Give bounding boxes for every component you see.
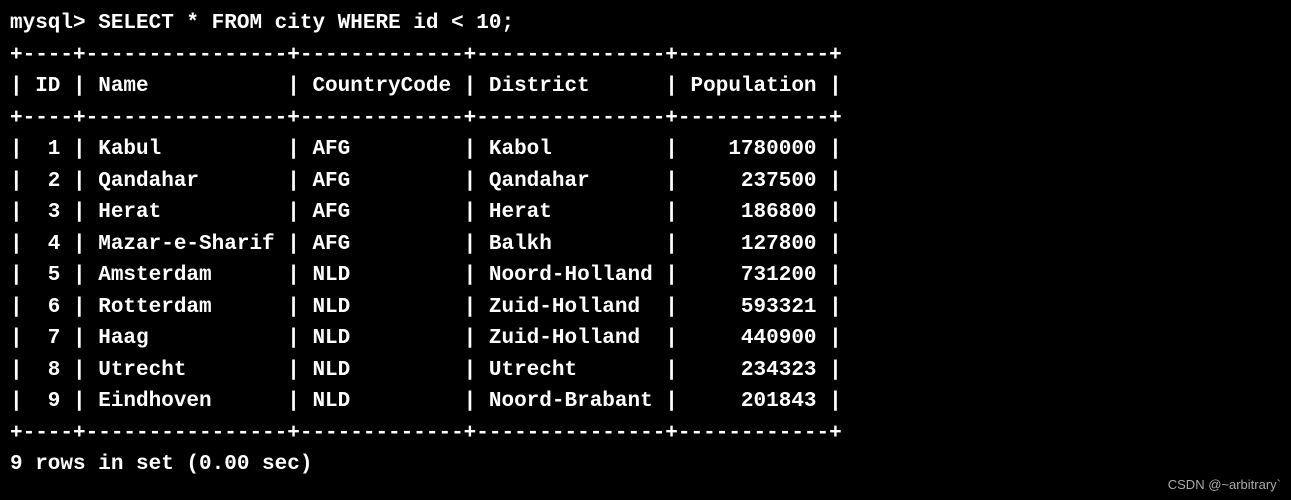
table-border-mid: +----+----------------+-------------+---… [10,107,842,130]
table-row: | 8 | Utrecht | NLD | Utrecht | 234323 | [10,359,842,382]
table-border-top: +----+----------------+-------------+---… [10,44,842,67]
table-row: | 7 | Haag | NLD | Zuid-Holland | 440900… [10,327,842,350]
table-border-bottom: +----+----------------+-------------+---… [10,422,842,445]
table-row: | 2 | Qandahar | AFG | Qandahar | 237500… [10,170,842,193]
watermark: CSDN @~arbitrary` [1168,475,1281,495]
table-row: | 5 | Amsterdam | NLD | Noord-Holland | … [10,264,842,287]
mysql-prompt: mysql> [10,12,98,35]
table-row: | 3 | Herat | AFG | Herat | 186800 | [10,201,842,224]
sql-query: SELECT * FROM city WHERE id < 10; [98,12,514,35]
status-line: 9 rows in set (0.00 sec) [10,453,312,476]
terminal-output[interactable]: mysql> SELECT * FROM city WHERE id < 10;… [10,8,1281,481]
table-row: | 9 | Eindhoven | NLD | Noord-Brabant | … [10,390,842,413]
table-row: | 6 | Rotterdam | NLD | Zuid-Holland | 5… [10,296,842,319]
table-row: | 1 | Kabul | AFG | Kabol | 1780000 | [10,138,842,161]
table-header: | ID | Name | CountryCode | District | P… [10,75,842,98]
table-row: | 4 | Mazar-e-Sharif | AFG | Balkh | 127… [10,233,842,256]
